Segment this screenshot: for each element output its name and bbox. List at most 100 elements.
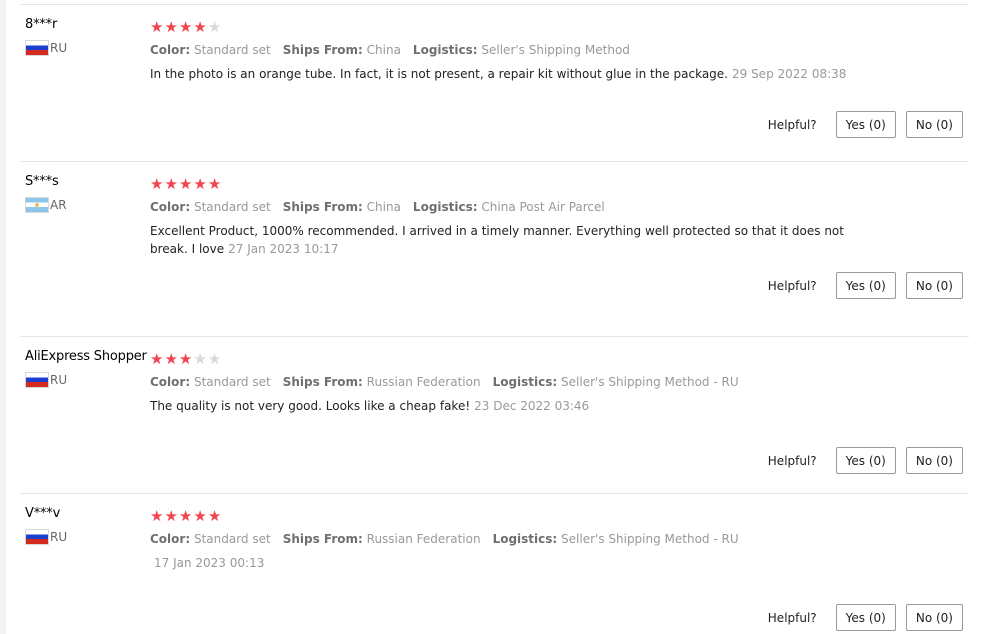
logistics-attribute-value: China Post Air Parcel bbox=[481, 200, 605, 214]
review-date: 27 Jan 2023 10:17 bbox=[228, 242, 339, 256]
review-body: ★ ★ ★ ★ ★ Color: Standard set Ships From: Russ… bbox=[150, 351, 850, 415]
logistics-attribute-label: Logistics: bbox=[492, 375, 558, 389]
ships-from-attribute: Ships From: China bbox=[283, 200, 401, 214]
star-filled-icon: ★ bbox=[150, 350, 164, 368]
review-date: 29 Sep 2022 08:38 bbox=[731, 67, 847, 81]
review-attributes: Color: Standard set Ships From: Russian F… bbox=[150, 375, 850, 389]
country-flag-icon bbox=[25, 40, 49, 56]
color-attribute-label: Color: bbox=[150, 375, 191, 389]
helpful-yes-button[interactable]: Yes (0) bbox=[835, 111, 896, 138]
color-attribute: Color: Standard set bbox=[150, 375, 271, 389]
star-filled-icon: ★ bbox=[164, 350, 178, 368]
country-flag-icon bbox=[25, 197, 49, 213]
country-code: RU bbox=[50, 530, 68, 544]
helpful-yes-button[interactable]: Yes (0) bbox=[835, 447, 896, 474]
helpful-label: Helpful? bbox=[767, 278, 817, 293]
review-date: 23 Dec 2022 03:46 bbox=[474, 399, 590, 413]
reviewer-country: AR bbox=[25, 197, 67, 213]
star-filled-icon: ★ bbox=[150, 507, 164, 525]
review-text: Excellent Product, 1000% recommended. I … bbox=[150, 222, 850, 258]
helpful-label: Helpful? bbox=[767, 117, 817, 132]
star-filled-icon: ★ bbox=[193, 175, 207, 193]
review-text: 17 Jan 2023 00:13 bbox=[150, 554, 850, 572]
star-filled-icon: ★ bbox=[178, 507, 193, 525]
star-filled-icon: ★ bbox=[207, 507, 222, 525]
star-empty-icon: ★ bbox=[207, 18, 222, 36]
helpful-yes-button[interactable]: Yes (0) bbox=[835, 604, 896, 631]
country-code: AR bbox=[50, 198, 67, 212]
reviewer-name: 8***r bbox=[25, 17, 58, 32]
helpful-vote: Helpful? Yes (0) No (0) bbox=[768, 272, 963, 299]
color-attribute-label: Color: bbox=[150, 200, 191, 214]
review-content: The quality is not very good. Looks like… bbox=[150, 399, 471, 413]
logistics-attribute: Logistics: Seller's Shipping Method - RU bbox=[493, 532, 739, 546]
color-attribute: Color: Standard set bbox=[150, 532, 271, 546]
ships-from-attribute: Ships From: Russian Federation bbox=[283, 532, 481, 546]
left-border bbox=[0, 0, 6, 634]
reviewer-name: V***v bbox=[25, 506, 61, 521]
logistics-attribute-value: Seller's Shipping Method - RU bbox=[561, 532, 739, 546]
review-item: V***v RU ★ ★ ★ ★ ★ Color: Standard set Ships Fro… bbox=[20, 493, 969, 634]
star-rating: ★ ★ ★ ★ ★ bbox=[150, 508, 850, 524]
star-rating: ★ ★ ★ ★ ★ bbox=[150, 176, 850, 192]
reviewer-name: AliExpress Shopper bbox=[25, 349, 147, 364]
reviewer-name: S***s bbox=[25, 174, 59, 189]
ships-from-attribute-label: Ships From: bbox=[282, 43, 363, 57]
review-list: 8***r RU ★ ★ ★ ★ ★ Color: Standard set Ships Fro… bbox=[20, 4, 969, 634]
review-content: In the photo is an orange tube. In fact,… bbox=[150, 67, 728, 81]
review-body: ★ ★ ★ ★ ★ Color: Standard set Ships From: Chin… bbox=[150, 19, 850, 83]
star-empty-icon: ★ bbox=[193, 350, 207, 368]
logistics-attribute-value: Seller's Shipping Method - RU bbox=[561, 375, 739, 389]
star-filled-icon: ★ bbox=[164, 18, 178, 36]
ships-from-attribute-value: China bbox=[366, 200, 401, 214]
helpful-no-button[interactable]: No (0) bbox=[905, 272, 963, 299]
reviewer: S***s AR bbox=[25, 174, 67, 213]
review-item: AliExpress Shopper RU ★ ★ ★ ★ ★ Color: Standard… bbox=[20, 336, 969, 493]
color-attribute-value: Standard set bbox=[193, 532, 271, 546]
review-text: In the photo is an orange tube. In fact,… bbox=[150, 65, 850, 83]
review-body: ★ ★ ★ ★ ★ Color: Standard set Ships From: Chin… bbox=[150, 176, 850, 258]
color-attribute-value: Standard set bbox=[193, 375, 271, 389]
star-filled-icon: ★ bbox=[164, 175, 178, 193]
star-rating: ★ ★ ★ ★ ★ bbox=[150, 351, 850, 367]
ships-from-attribute-value: Russian Federation bbox=[366, 532, 481, 546]
review-item: 8***r RU ★ ★ ★ ★ ★ Color: Standard set Ships Fro… bbox=[20, 4, 969, 161]
reviewer-country: RU bbox=[25, 40, 67, 56]
star-filled-icon: ★ bbox=[150, 18, 164, 36]
helpful-no-button[interactable]: No (0) bbox=[905, 111, 963, 138]
star-filled-icon: ★ bbox=[178, 175, 193, 193]
helpful-no-button[interactable]: No (0) bbox=[905, 604, 963, 631]
helpful-vote: Helpful? Yes (0) No (0) bbox=[768, 447, 963, 474]
helpful-label: Helpful? bbox=[767, 453, 817, 468]
logistics-attribute-label: Logistics: bbox=[492, 532, 558, 546]
star-filled-icon: ★ bbox=[193, 507, 207, 525]
country-flag-icon bbox=[25, 372, 49, 388]
helpful-vote: Helpful? Yes (0) No (0) bbox=[768, 604, 963, 631]
color-attribute: Color: Standard set bbox=[150, 200, 271, 214]
star-filled-icon: ★ bbox=[164, 507, 178, 525]
country-code: RU bbox=[50, 373, 68, 387]
review-item: S***s AR ★ ★ ★ ★ ★ Color: Standard set Ships Fro… bbox=[20, 161, 969, 336]
star-filled-icon: ★ bbox=[178, 18, 193, 36]
color-attribute-value: Standard set bbox=[193, 43, 271, 57]
reviewer: AliExpress Shopper RU bbox=[25, 349, 147, 388]
ships-from-attribute-label: Ships From: bbox=[282, 532, 363, 546]
star-filled-icon: ★ bbox=[150, 175, 164, 193]
ships-from-attribute-value: Russian Federation bbox=[366, 375, 481, 389]
star-empty-icon: ★ bbox=[207, 350, 222, 368]
reviewer: 8***r RU bbox=[25, 17, 67, 56]
helpful-yes-button[interactable]: Yes (0) bbox=[835, 272, 896, 299]
star-filled-icon: ★ bbox=[193, 18, 207, 36]
ships-from-attribute: Ships From: Russian Federation bbox=[283, 375, 481, 389]
star-filled-icon: ★ bbox=[207, 175, 222, 193]
ships-from-attribute-label: Ships From: bbox=[282, 375, 363, 389]
star-rating: ★ ★ ★ ★ ★ bbox=[150, 19, 850, 35]
helpful-label: Helpful? bbox=[767, 610, 817, 625]
review-text: The quality is not very good. Looks like… bbox=[150, 397, 850, 415]
reviewer-country: RU bbox=[25, 529, 67, 545]
logistics-attribute: Logistics: Seller's Shipping Method bbox=[413, 43, 630, 57]
helpful-no-button[interactable]: No (0) bbox=[905, 447, 963, 474]
logistics-attribute: Logistics: China Post Air Parcel bbox=[413, 200, 605, 214]
color-attribute: Color: Standard set bbox=[150, 43, 271, 57]
color-attribute-label: Color: bbox=[150, 43, 191, 57]
